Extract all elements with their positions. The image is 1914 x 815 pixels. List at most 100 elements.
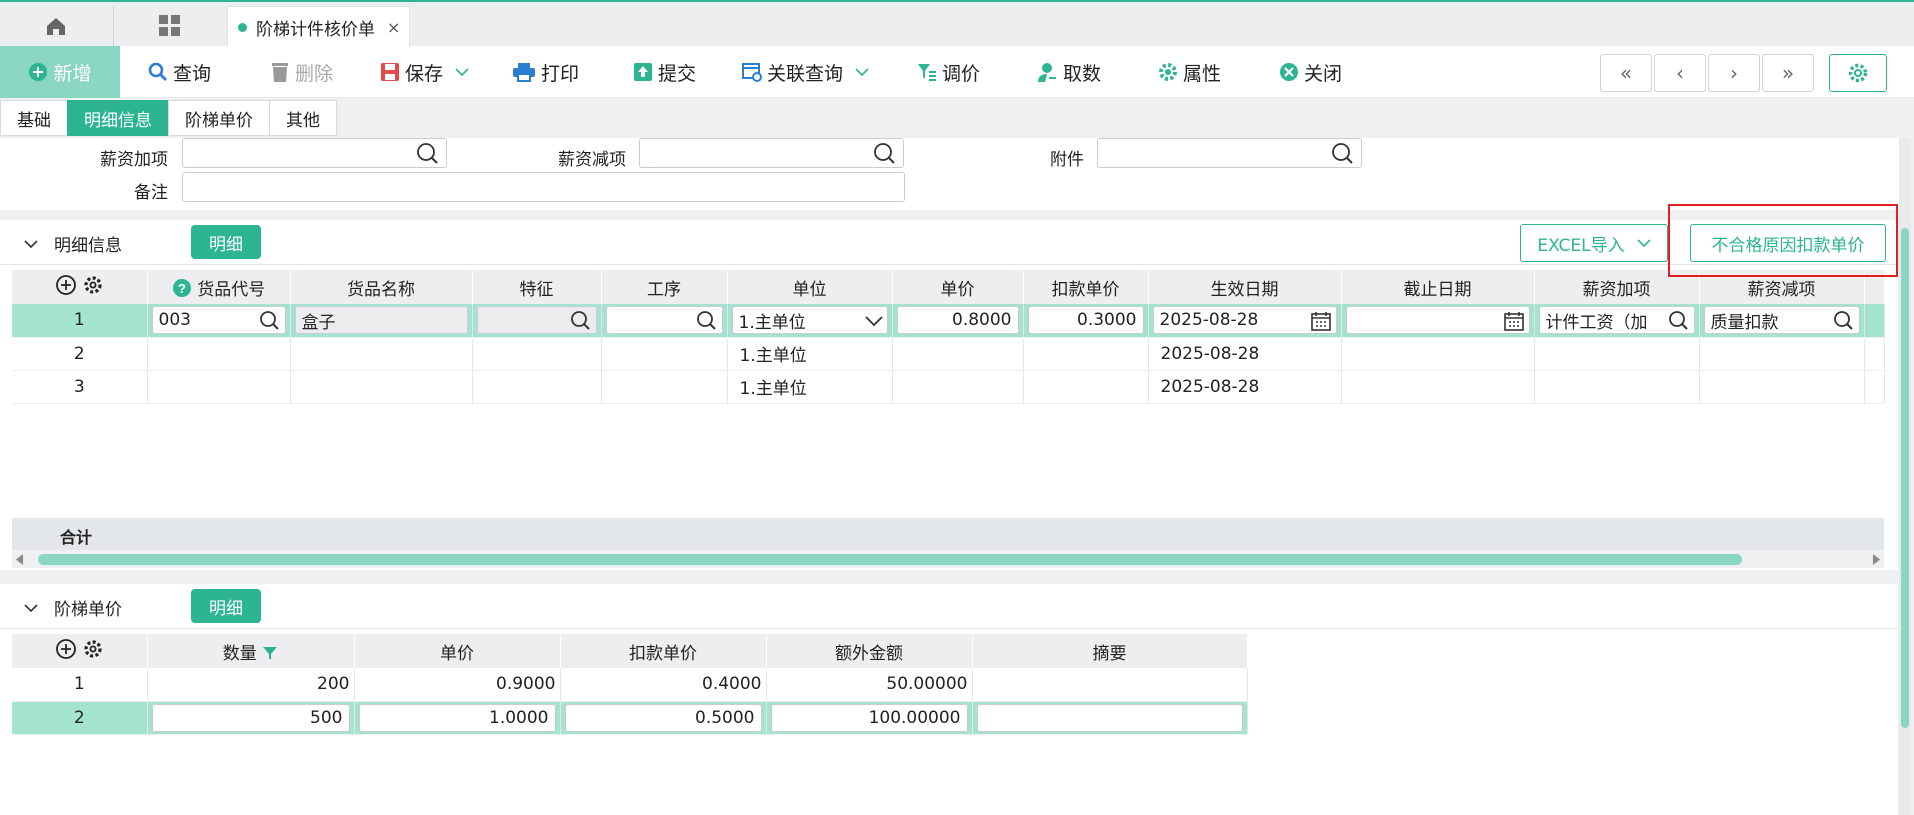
table-row[interactable]: 2 1.主单位 2025-08-28 xyxy=(12,337,1885,371)
quantity-input[interactable]: 500 xyxy=(151,703,350,732)
extra-amount-input[interactable]: 100.00000 xyxy=(770,703,968,732)
detail-pill-button[interactable]: 明细 xyxy=(191,225,261,259)
price-input[interactable]: 0.8000 xyxy=(896,306,1019,335)
detail-section: 明细信息 明细 EXCEL导入 不合格原因扣款单价 ? 货品代号 货品名称 特征… xyxy=(0,220,1898,570)
unit-cell: 1.主单位 xyxy=(727,337,893,371)
new-button[interactable]: 新增 xyxy=(0,46,120,98)
search-icon[interactable] xyxy=(873,142,897,166)
user-key-icon xyxy=(1038,63,1056,82)
feature-input[interactable] xyxy=(476,306,597,335)
search-icon[interactable] xyxy=(1668,310,1690,332)
printer-icon xyxy=(513,63,535,82)
table-row[interactable]: 1 003 盒子 1.主单位 0.8000 0.3000 2025-08-28 … xyxy=(12,304,1885,338)
salary-sub-input[interactable]: 质量扣款 xyxy=(1703,306,1860,335)
gear-icon[interactable] xyxy=(82,274,104,296)
table-row[interactable]: 3 1.主单位 2025-08-28 xyxy=(12,370,1885,404)
table-row[interactable]: 2 500 1.0000 0.5000 100.00000 xyxy=(12,701,1248,735)
gear-icon xyxy=(1848,63,1868,83)
first-record-button[interactable]: « xyxy=(1600,54,1652,92)
search-icon[interactable] xyxy=(259,310,281,332)
col-price: 单价 xyxy=(354,634,561,668)
search-icon[interactable] xyxy=(1833,310,1855,332)
gear-icon xyxy=(1159,63,1177,81)
submit-button[interactable]: 提交 xyxy=(633,46,696,98)
save-button[interactable]: 保存 xyxy=(380,46,474,98)
active-dot-icon xyxy=(238,23,247,32)
close-tab-icon[interactable]: × xyxy=(387,18,400,37)
gear-icon[interactable] xyxy=(82,638,104,660)
delete-button[interactable]: 删除 xyxy=(270,46,333,98)
excel-import-button[interactable]: EXCEL导入 xyxy=(1520,224,1668,262)
ladder-section-title[interactable]: 阶梯单价 xyxy=(24,595,122,620)
chevron-down-icon[interactable] xyxy=(855,67,869,77)
vertical-scrollbar[interactable] xyxy=(1899,138,1911,815)
last-record-button[interactable]: » xyxy=(1762,54,1814,92)
product-name-input[interactable]: 盒子 xyxy=(294,306,468,335)
row-tools-header xyxy=(12,634,148,668)
chevron-down-icon[interactable] xyxy=(455,67,469,77)
search-icon[interactable] xyxy=(1331,142,1355,166)
remark-field[interactable] xyxy=(182,172,905,202)
settings-button[interactable] xyxy=(1829,54,1887,92)
search-icon[interactable] xyxy=(696,310,718,332)
col-deduct-price: 扣款单价 xyxy=(560,634,767,668)
row-number: 2 xyxy=(12,701,148,735)
vertical-scrollbar-thumb[interactable] xyxy=(1901,228,1909,728)
horizontal-scrollbar[interactable] xyxy=(12,550,1884,568)
search-icon[interactable] xyxy=(416,142,440,166)
plus-circle-icon xyxy=(29,63,48,81)
product-code-input[interactable]: 003 xyxy=(151,306,286,335)
search-icon[interactable] xyxy=(570,310,592,332)
process-input[interactable] xyxy=(605,306,723,335)
table-row[interactable]: 1 200 0.9000 0.4000 50.00000 xyxy=(12,668,1248,702)
tab-other[interactable]: 其他 xyxy=(269,100,337,136)
close-button[interactable]: 关闭 xyxy=(1279,46,1342,98)
filter-icon[interactable] xyxy=(262,645,278,661)
memo-input[interactable] xyxy=(976,703,1243,732)
next-record-button[interactable]: › xyxy=(1708,54,1760,92)
row-number: 1 xyxy=(12,668,148,702)
deduct-price-input[interactable]: 0.3000 xyxy=(1027,306,1144,335)
calendar-icon[interactable] xyxy=(1310,310,1332,332)
tab-basic[interactable]: 基础 xyxy=(0,100,67,136)
col-unit: 单位 xyxy=(727,270,893,304)
attachment-label: 附件 xyxy=(1050,150,1084,170)
calendar-icon[interactable] xyxy=(1503,310,1525,332)
col-start-date: 生效日期 xyxy=(1148,270,1342,304)
detail-section-title[interactable]: 明细信息 xyxy=(24,231,122,256)
fetch-button[interactable]: 取数 xyxy=(1036,46,1101,98)
tab-ladder-price[interactable]: 阶梯计件核价单 × xyxy=(227,6,410,48)
ladder-section: 阶梯单价 明细 数量 单价 扣款单价 额外金额 摘要 1 200 0.9000 … xyxy=(0,584,1898,815)
home-tab[interactable] xyxy=(0,6,112,46)
highlight-box xyxy=(1668,204,1898,277)
ladder-pill-button[interactable]: 明细 xyxy=(191,589,261,623)
tab-detail-info[interactable]: 明细信息 xyxy=(67,100,168,136)
salary-add-label: 薪资加项 xyxy=(100,150,168,170)
prev-record-button[interactable]: ‹ xyxy=(1654,54,1706,92)
add-row-icon[interactable] xyxy=(55,274,77,296)
attachment-field[interactable] xyxy=(1097,138,1362,168)
col-end-date: 截止日期 xyxy=(1341,270,1535,304)
print-button[interactable]: 打印 xyxy=(512,46,579,98)
related-query-button[interactable]: 关联查询 xyxy=(742,46,874,98)
deduct-price-input[interactable]: 0.5000 xyxy=(564,703,762,732)
properties-button[interactable]: 属性 xyxy=(1158,46,1221,98)
apps-tab[interactable] xyxy=(113,6,225,46)
salary-add-field[interactable] xyxy=(182,138,447,168)
scrollbar-thumb[interactable] xyxy=(38,554,1742,565)
help-icon[interactable]: ? xyxy=(172,278,192,298)
price-input[interactable]: 1.0000 xyxy=(358,703,556,732)
salary-add-input[interactable]: 计件工资（加 xyxy=(1538,306,1695,335)
add-row-icon[interactable] xyxy=(55,638,77,660)
tab-ladder-price[interactable]: 阶梯单价 xyxy=(168,100,269,136)
sub-tabs: 基础 明细信息 阶梯单价 其他 xyxy=(0,100,337,136)
scroll-left-icon[interactable] xyxy=(16,554,24,565)
adjust-price-button[interactable]: 调价 xyxy=(917,46,980,98)
end-date-input[interactable] xyxy=(1345,306,1530,335)
unit-select[interactable]: 1.主单位 xyxy=(731,306,888,335)
query-button[interactable]: 查询 xyxy=(148,46,211,98)
unit-cell: 1.主单位 xyxy=(727,370,893,404)
salary-sub-field[interactable] xyxy=(639,138,904,168)
start-date-input[interactable]: 2025-08-28 xyxy=(1152,306,1337,335)
scroll-right-icon[interactable] xyxy=(1872,554,1880,565)
